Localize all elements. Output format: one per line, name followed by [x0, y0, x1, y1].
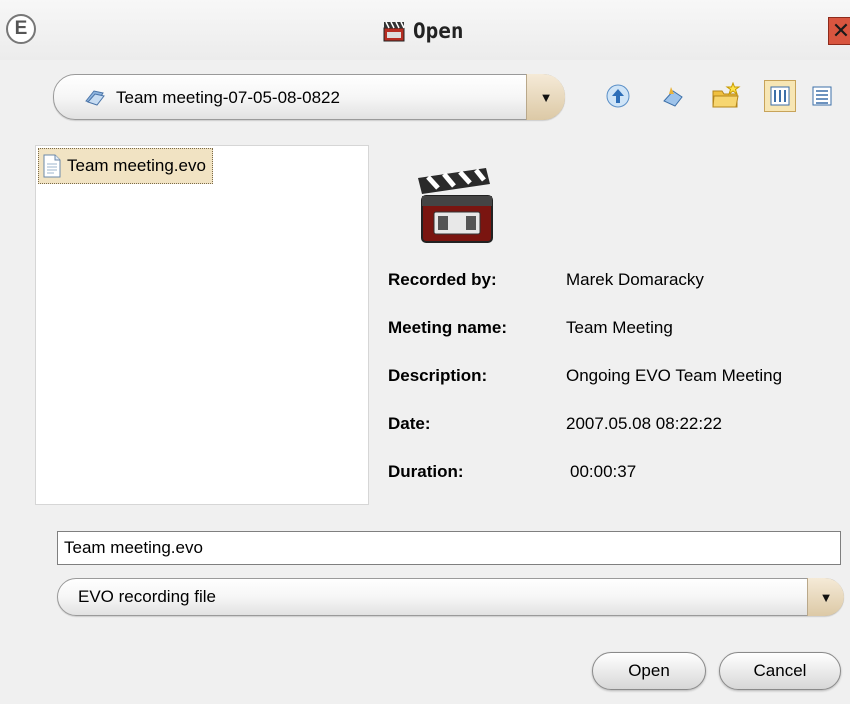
date-label: Date: — [388, 414, 431, 433]
recording-icon — [418, 168, 493, 243]
window-title-group: Open — [383, 16, 464, 46]
look-in-dropdown-button[interactable]: ▼ — [526, 74, 565, 120]
description-label: Description: — [388, 366, 488, 385]
file-type-dropdown-button[interactable]: ▼ — [807, 578, 844, 616]
chevron-down-icon: ▼ — [819, 589, 833, 605]
recorded-by-value: Marek Domaracky — [566, 270, 704, 289]
date-value: 2007.05.08 08:22:22 — [566, 414, 722, 433]
meeting-name-value: Team Meeting — [566, 318, 673, 337]
file-name: Team meeting.evo — [67, 156, 206, 175]
up-folder-icon[interactable] — [602, 80, 634, 112]
duration-value: 00:00:37 — [570, 462, 637, 481]
document-icon — [43, 154, 61, 178]
look-in-path: Team meeting-07-05-08-0822 — [116, 88, 340, 107]
new-folder-icon[interactable] — [710, 80, 742, 112]
home-icon[interactable] — [657, 80, 689, 112]
look-in-combo[interactable]: Team meeting-07-05-08-0822 ▼ — [53, 74, 565, 120]
app-logo-icon[interactable]: E — [6, 14, 36, 44]
file-type-combo[interactable]: EVO recording file ▼ — [57, 578, 844, 616]
duration-label: Duration: — [388, 462, 464, 481]
filename-input[interactable]: Team meeting.evo — [57, 531, 841, 565]
chevron-down-icon: ▼ — [539, 89, 553, 105]
open-button[interactable]: Open — [592, 652, 706, 690]
folder-icon — [85, 90, 105, 106]
file-list[interactable]: Team meeting.evo — [35, 145, 369, 505]
details-view-icon[interactable] — [806, 80, 838, 112]
window-title: Open — [413, 19, 464, 43]
close-button[interactable]: ✕ — [828, 17, 850, 45]
clapperboard-icon — [383, 21, 405, 42]
description-value: Ongoing EVO Team Meeting — [566, 366, 783, 385]
cancel-button[interactable]: Cancel — [719, 652, 841, 690]
meeting-name-label: Meeting name: — [388, 318, 508, 337]
recorded-by-label: Recorded by: — [388, 270, 497, 289]
file-type-value: EVO recording file — [78, 587, 216, 606]
list-item[interactable]: Team meeting.evo — [38, 148, 213, 184]
list-view-icon[interactable] — [764, 80, 796, 112]
